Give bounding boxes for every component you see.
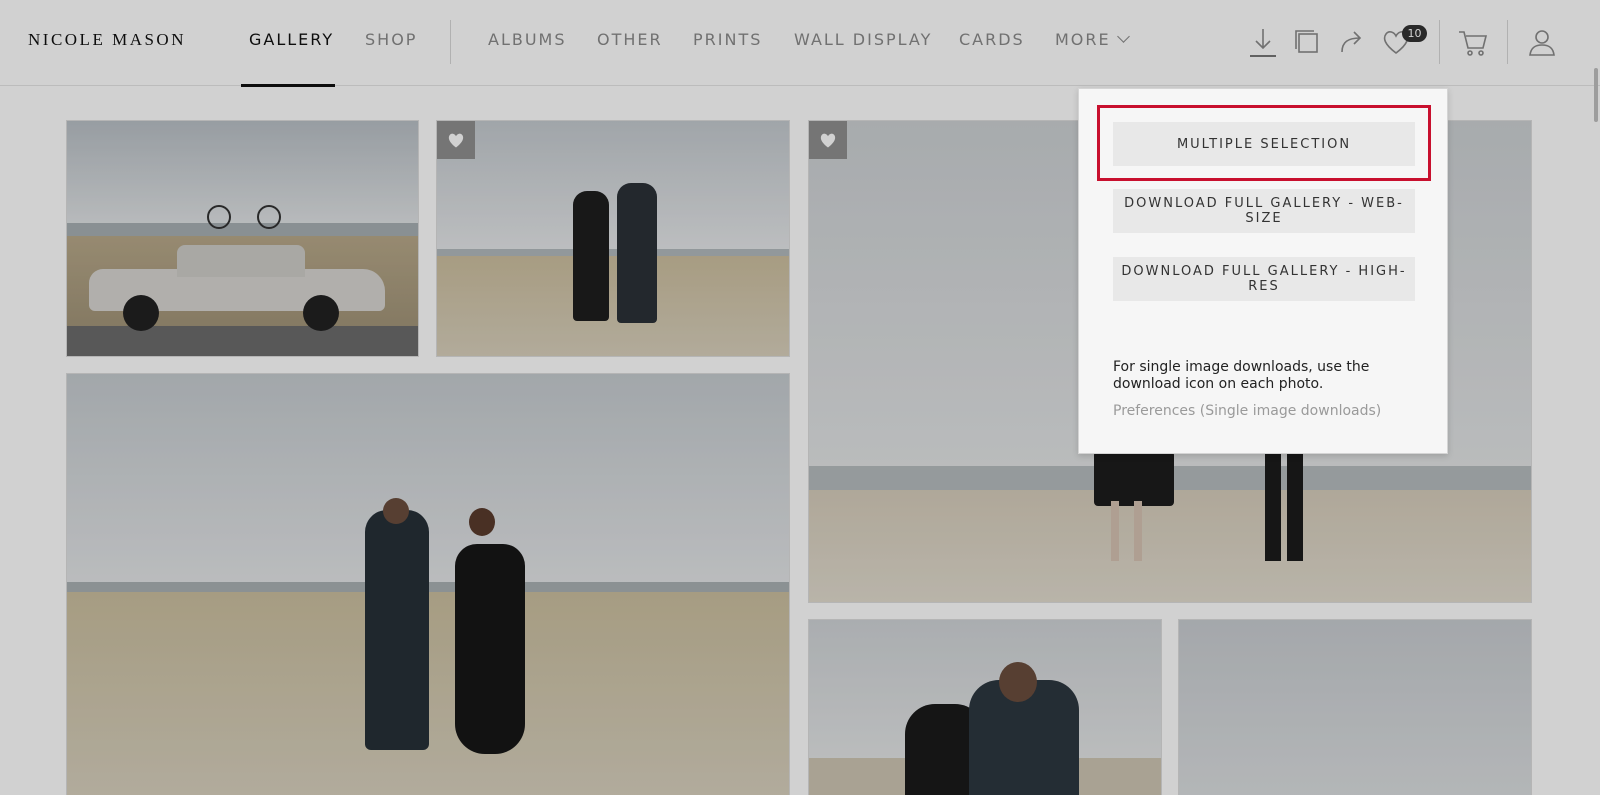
nav-gallery[interactable]: GALLERY (249, 30, 334, 49)
brand-logo[interactable]: NICOLE MASON (28, 30, 186, 50)
photo-car-wheel (123, 295, 159, 331)
photo-sky (67, 121, 418, 226)
photo-person-woman (455, 544, 525, 754)
nav-wall-display[interactable]: WALL DISPLAY (794, 30, 932, 49)
photo-head (999, 662, 1037, 702)
photo-sky (1179, 620, 1531, 795)
photo-head (383, 498, 409, 524)
cart-icon[interactable] (1457, 26, 1489, 58)
download-web-size-button[interactable]: DOWNLOAD FULL GALLERY - WEB-SIZE (1113, 189, 1415, 233)
nav-prints[interactable]: PRINTS (693, 30, 762, 49)
multiple-selection-highlight (1097, 105, 1431, 181)
gallery-photo-couple-dunes[interactable] (436, 120, 790, 357)
photo-sky (437, 121, 789, 251)
nav-albums[interactable]: ALBUMS (488, 30, 567, 49)
share-icon[interactable] (1336, 26, 1368, 58)
gallery-photo-sky[interactable] (1178, 619, 1532, 795)
photo-person-woman (573, 191, 609, 321)
download-high-res-button[interactable]: DOWNLOAD FULL GALLERY - HIGH-RES (1113, 257, 1415, 301)
nav-shop[interactable]: SHOP (365, 30, 417, 49)
user-icon[interactable] (1526, 26, 1558, 58)
download-icon[interactable] (1247, 26, 1279, 58)
download-dropdown: MULTIPLE SELECTION DOWNLOAD FULL GALLERY… (1078, 88, 1448, 454)
icons-divider-2 (1507, 20, 1508, 64)
chevron-down-icon (1116, 30, 1130, 43)
gallery-photo-couple-close[interactable] (808, 619, 1162, 795)
nav-active-underline (241, 84, 335, 87)
photo-leg (1287, 451, 1303, 561)
photo-leg (1111, 501, 1119, 561)
photo-head (469, 508, 495, 536)
nav-more[interactable]: MORE (1055, 30, 1130, 49)
slideshow-icon[interactable] (1291, 26, 1323, 58)
photo-car-wheel (303, 295, 339, 331)
photo-leg (1265, 451, 1281, 561)
nav-cards[interactable]: CARDS (959, 30, 1025, 49)
photo-car-roof (177, 245, 305, 277)
photo-sand (809, 490, 1531, 602)
photo-road (67, 326, 418, 356)
photo-bike-wheel (257, 205, 281, 229)
icons-divider (1439, 20, 1440, 64)
download-icon-underline (1250, 55, 1276, 57)
photo-person-man (617, 183, 657, 323)
scrollbar-thumb[interactable] (1594, 68, 1598, 122)
photo-skirt (1094, 451, 1174, 506)
single-download-note: For single image downloads, use the down… (1113, 359, 1370, 392)
favorite-heart-button[interactable] (809, 121, 847, 159)
photo-sand (437, 256, 789, 356)
gallery-photo-binoculars[interactable] (66, 373, 790, 795)
nav-other[interactable]: OTHER (597, 30, 663, 49)
top-header: NICOLE MASON GALLERY SHOP ALBUMS OTHER P… (0, 0, 1600, 87)
nav-divider (450, 20, 451, 64)
gallery-photo-car[interactable] (66, 120, 419, 357)
photo-bike-wheel (207, 205, 231, 229)
favorite-heart-button[interactable] (437, 121, 475, 159)
nav-more-label: MORE (1055, 30, 1111, 49)
favorites-count-badge: 10 (1402, 25, 1427, 42)
photo-leg (1134, 501, 1142, 561)
photo-person-man (365, 510, 429, 750)
preferences-link[interactable]: Preferences (Single image downloads) (1113, 403, 1381, 419)
